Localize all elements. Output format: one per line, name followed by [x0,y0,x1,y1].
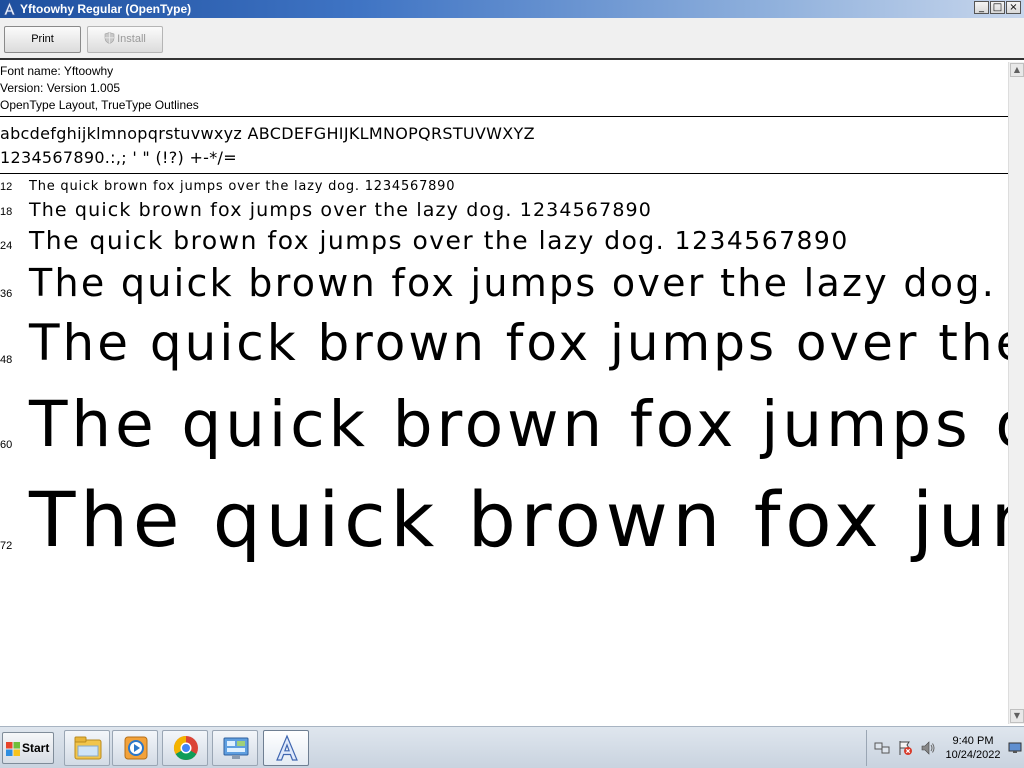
sample-text: The quick brown fox jumps over the lazy … [29,475,1008,564]
sample-text: The quick brown fox jumps over the lazy … [29,314,1008,372]
taskbar-chrome[interactable] [162,730,208,766]
font-info: Font name: Yftoowhy Version: Version 1.0… [0,63,199,114]
scroll-down-arrow-icon[interactable]: ▼ [1010,709,1024,723]
font-app-icon [3,1,16,16]
sample-row: 48 The quick brown fox jumps over the la… [0,310,1008,376]
vertical-scrollbar[interactable]: ▲ ▼ [1008,62,1024,724]
uac-shield-icon [104,32,115,44]
charset-digits-symbols: 1234567890.:,; ' " (!?) +-*/= [0,148,237,167]
sample-row: 60 The quick brown fox jumps over the la… [0,382,1008,468]
clock-time: 9:40 PM [952,735,994,747]
maximize-button[interactable]: □ [990,1,1005,14]
font-viewer-icon [276,734,298,761]
chrome-icon [173,736,198,761]
charset-divider [0,173,1008,174]
toolbar: Print Install [0,18,1024,60]
minimize-button[interactable]: _ [974,1,989,14]
taskbar-file-explorer[interactable] [64,730,110,766]
font-version-line: Version: Version 1.005 [0,81,121,95]
window-title: Yftoowhy Regular (OpenType) [20,2,192,16]
scroll-up-arrow-icon[interactable]: ▲ [1010,63,1024,77]
media-player-icon [124,736,148,760]
title-bar: Yftoowhy Regular (OpenType) _ □ × [0,0,1024,18]
windows-flag-icon [6,742,20,756]
action-center-flag-icon[interactable] [897,740,913,756]
sample-size-label: 60 [0,439,13,451]
taskbar-clock[interactable]: 9:40 PM 10/24/2022 [941,734,1005,762]
taskbar: Start 9:40 PM 10/24/2022 [0,726,1024,768]
sample-row: 72 The quick brown fox jumps over the la… [0,470,1008,570]
start-button[interactable]: Start [2,732,54,764]
info-divider [0,116,1008,117]
taskbar-control-panel[interactable] [212,730,258,766]
sample-text: The quick brown fox jumps over the lazy … [29,261,1008,305]
font-type-line: OpenType Layout, TrueType Outlines [0,98,199,112]
print-button[interactable]: Print [4,26,81,53]
sample-row: 12 The quick brown fox jumps over the la… [0,178,1008,196]
system-tray: 9:40 PM 10/24/2022 [866,730,1024,766]
font-preview-pane: Font name: Yftoowhy Version: Version 1.0… [0,62,1008,724]
sample-row: 36 The quick brown fox jumps over the la… [0,258,1008,308]
sample-text: The quick brown fox jumps over the lazy … [29,199,653,221]
sample-row: 24 The quick brown fox jumps over the la… [0,224,1008,258]
sample-size-label: 24 [0,240,13,252]
volume-icon[interactable] [920,740,936,756]
close-button[interactable]: × [1006,1,1021,14]
sample-size-label: 36 [0,288,13,300]
install-button[interactable]: Install [87,26,163,53]
install-button-label: Install [117,33,146,45]
network-icon[interactable] [874,740,890,756]
control-panel-icon [223,737,249,759]
sample-text: The quick brown fox jumps over the lazy … [29,388,1008,461]
taskbar-font-viewer[interactable] [263,730,309,766]
sample-text: The quick brown fox jumps over the lazy … [29,179,456,194]
sample-text: The quick brown fox jumps over the lazy … [29,226,849,255]
sample-size-label: 72 [0,540,13,552]
show-desktop-icon[interactable] [1008,742,1022,754]
sample-row: 18 The quick brown fox jumps over the la… [0,196,1008,224]
file-explorer-icon [74,736,102,760]
sample-size-label: 18 [0,206,13,218]
font-name-line: Font name: Yftoowhy [0,64,114,78]
taskbar-media-player[interactable] [112,730,158,766]
start-label: Start [22,741,50,755]
sample-size-label: 12 [0,181,13,193]
charset-letters: abcdefghijklmnopqrstuvwxyz ABCDEFGHIJKLM… [0,124,535,143]
clock-date: 10/24/2022 [945,749,1001,761]
sample-size-label: 48 [0,354,13,366]
